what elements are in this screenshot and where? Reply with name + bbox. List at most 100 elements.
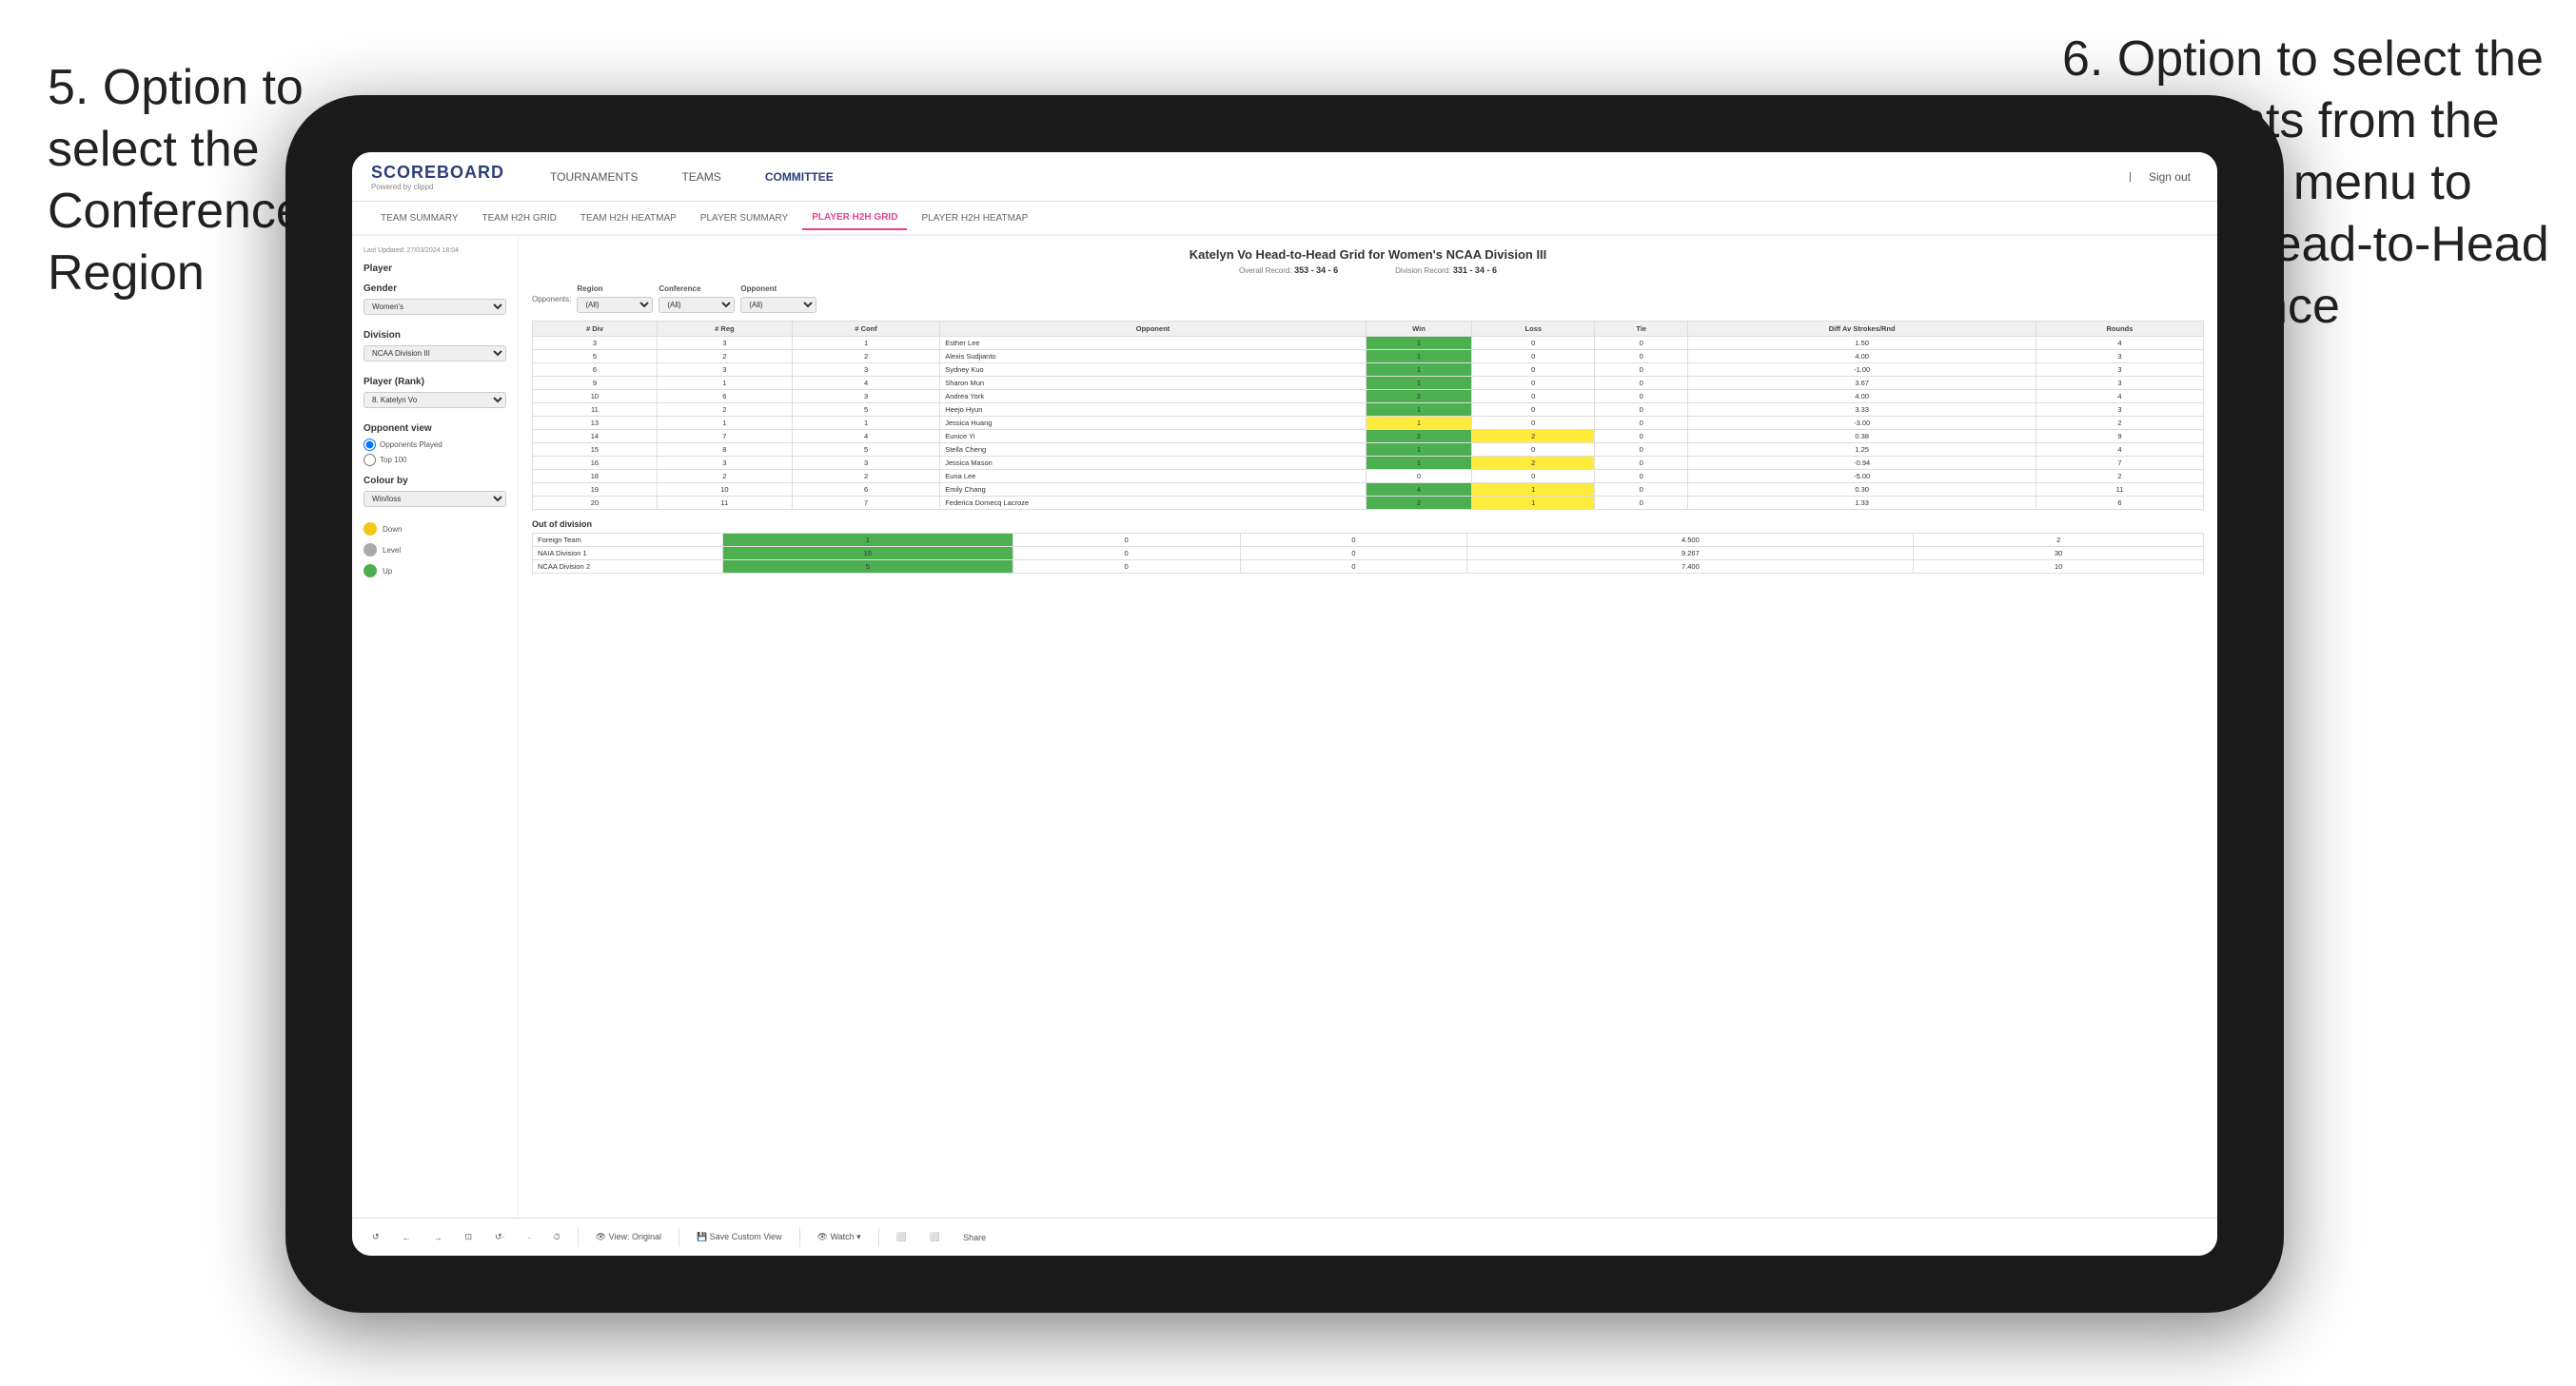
tab-player-h2h-grid[interactable]: PLAYER H2H GRID [802,206,907,230]
opponent-view-label: Opponent view [364,423,506,434]
col-loss: Loss [1472,322,1595,337]
legend-row-down: Down [364,522,506,536]
table-row: 15 8 5 Stella Cheng 1 0 0 1.25 4 [533,443,2204,457]
col-win: Win [1366,322,1472,337]
conference-filter: Conference (All) [659,284,735,313]
conference-label: Conference [659,284,735,293]
undo-btn[interactable]: ↺ [366,1229,385,1245]
last-updated: Last Updated: 27/03/2024 18:04 [364,247,506,254]
back-btn[interactable]: ← [397,1230,417,1245]
sign-out[interactable]: Sign out [2141,166,2198,187]
colour-by-label: Colour by [364,476,506,486]
legend-dot-level [364,543,377,556]
legend-area: Down Level Up [364,522,506,577]
opponents-label: Opponents: [532,295,571,303]
col-rounds: Rounds [2035,322,2203,337]
save-custom-view-btn[interactable]: 💾 Save Custom View [691,1229,788,1245]
data-table: # Div # Reg # Conf Opponent Win Loss Tie… [532,321,2204,510]
refresh-btn[interactable]: ↺· [489,1229,511,1245]
grid-title: Katelyn Vo Head-to-Head Grid for Women's… [532,247,2204,262]
table-row: Foreign Team 1 0 0 4.500 2 [533,534,2204,547]
radio-opponents-played[interactable]: Opponents Played [364,439,506,451]
grid-records: Overall Record: 353 - 34 - 6 Division Re… [532,265,2204,275]
logo-area: SCOREBOARD Powered by clippd [371,163,504,191]
tablet-screen: SCOREBOARD Powered by clippd TOURNAMENTS… [352,152,2217,1256]
division-record-label: Division Record: [1395,266,1450,275]
legend-dot-up [364,564,377,577]
division-select[interactable]: NCAA Division III [364,345,506,361]
sub-nav: TEAM SUMMARY TEAM H2H GRID TEAM H2H HEAT… [352,202,2217,236]
col-conf: # Conf [792,322,939,337]
tab-player-summary[interactable]: PLAYER SUMMARY [691,207,797,229]
grid-area: Katelyn Vo Head-to-Head Grid for Women's… [519,236,2217,1218]
region-filter: Region (All) [577,284,653,313]
toolbar-divider-1 [578,1228,579,1247]
opponent-select[interactable]: (All) [740,297,816,313]
timer-btn[interactable]: ⏱ [548,1229,566,1245]
overall-record: Overall Record: 353 - 34 - 6 [1239,265,1338,275]
conference-select[interactable]: (All) [659,297,735,313]
table-row: 9 1 4 Sharon Mun 1 0 0 3.67 3 [533,377,2204,390]
overall-record-label: Overall Record: [1239,266,1292,275]
opponent-label: Opponent [740,284,816,293]
table-row: 11 2 5 Heejo Hyun 1 0 0 3.33 3 [533,403,2204,417]
table-row: 5 2 2 Alexis Sudjianto 1 0 0 4.00 3 [533,350,2204,363]
tab-team-summary[interactable]: TEAM SUMMARY [371,207,468,229]
separator: | [2129,171,2132,183]
radio-top100-input[interactable] [364,454,376,466]
header-right: | Sign out [2129,166,2198,187]
col-diff: Diff Av Strokes/Rnd [1688,322,2036,337]
region-select[interactable]: (All) [577,297,653,313]
view-original-btn[interactable]: 👁 View: Original [590,1229,667,1245]
bottom-toolbar: ↺ ← → ⊡ ↺· · ⏱ 👁 View: Original 💾 Save C… [352,1218,2217,1256]
gender-select[interactable]: Women's [364,299,506,315]
player-label: Player [364,264,506,274]
share-btn[interactable]: Share [957,1230,992,1245]
nav-tournaments[interactable]: TOURNAMENTS [542,166,645,187]
tab-team-h2h-heatmap[interactable]: TEAM H2H HEATMAP [571,207,686,229]
filters-section: Opponents: Region (All) Conference [532,284,2204,313]
layout-btn-2[interactable]: ⬜ [924,1229,946,1245]
table-row: 16 3 3 Jessica Mason 1 2 0 -0.94 7 [533,457,2204,470]
legend-row-up: Up [364,564,506,577]
forward-btn[interactable]: → [428,1230,448,1245]
colour-by-select[interactable]: Win/loss [364,491,506,507]
table-row: NAIA Division 1 15 0 0 9.267 30 [533,547,2204,560]
watch-btn[interactable]: 👁 Watch ▾ [812,1229,867,1245]
region-label: Region [577,284,653,293]
legend-label-down: Down [383,525,402,534]
player-rank-select[interactable]: 8. Katelyn Vo [364,392,506,408]
legend-label-up: Up [383,567,392,576]
nav-teams[interactable]: TEAMS [674,166,728,187]
logo-text: SCOREBOARD [371,163,504,183]
out-of-division-table: Foreign Team 1 0 0 4.500 2 NAIA Division… [532,533,2204,574]
layout-btn-1[interactable]: ⬜ [891,1229,913,1245]
col-tie: Tie [1595,322,1688,337]
main-content: Last Updated: 27/03/2024 18:04 Player Ge… [352,236,2217,1218]
player-rank-label: Player (Rank) [364,377,506,387]
dot-btn[interactable]: · [522,1230,537,1245]
out-of-division-label: Out of division [532,519,2204,529]
division-record: Division Record: 331 - 34 - 6 [1395,265,1497,275]
app-header: SCOREBOARD Powered by clippd TOURNAMENTS… [352,152,2217,202]
col-reg: # Reg [657,322,792,337]
toolbar-divider-4 [878,1228,879,1247]
tab-player-h2h-heatmap[interactable]: PLAYER H2H HEATMAP [912,207,1037,229]
col-opponent: Opponent [940,322,1366,337]
table-row: 19 10 6 Emily Chang 4 1 0 0.30 11 [533,483,2204,497]
opponent-filter: Opponent (All) [740,284,816,313]
table-row: 14 7 4 Eunice Yi 2 2 0 0.38 9 [533,430,2204,443]
table-row: 13 1 1 Jessica Huang 1 0 0 -3.00 2 [533,417,2204,430]
radio-opponents-played-input[interactable] [364,439,376,451]
out-of-division-section: Out of division Foreign Team 1 0 0 4.500… [532,519,2204,574]
table-row: 10 6 3 Andrea York 2 0 0 4.00 4 [533,390,2204,403]
tab-team-h2h-grid[interactable]: TEAM H2H GRID [473,207,566,229]
table-row: NCAA Division 2 5 0 0 7.400 10 [533,560,2204,574]
grid-btn[interactable]: ⊡ [460,1229,479,1245]
radio-top100[interactable]: Top 100 [364,454,506,466]
nav-committee[interactable]: COMMITTEE [757,166,841,187]
table-row: 3 3 1 Esther Lee 1 0 0 1.50 4 [533,337,2204,350]
toolbar-divider-3 [799,1228,800,1247]
table-row: 18 2 2 Euna Lee 0 0 0 -5.00 2 [533,470,2204,483]
col-div: # Div [533,322,658,337]
